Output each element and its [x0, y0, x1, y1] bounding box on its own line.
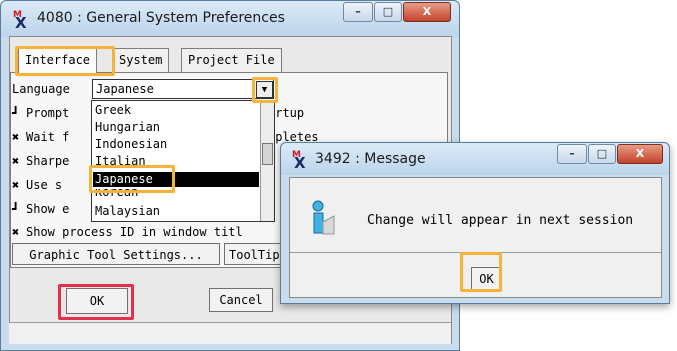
- minimize-button[interactable]: –: [557, 144, 587, 164]
- checkbox-checked-icon[interactable]: ✖: [12, 154, 26, 168]
- status-strip: [9, 322, 451, 344]
- language-select[interactable]: Japanese: [92, 79, 274, 99]
- graphic-tool-settings-button[interactable]: Graphic Tool Settings...: [12, 243, 220, 265]
- info-icon: [312, 200, 335, 235]
- option-use[interactable]: ✖ Use s: [12, 178, 62, 192]
- option-show-e[interactable]: ┛ Show e: [12, 202, 69, 216]
- highlight-japanese-option: [89, 165, 175, 193]
- highlight-language-dropdown-button: [252, 77, 278, 103]
- message-text: Change will appear in next session: [367, 213, 634, 228]
- app-logo-icon: MX: [292, 150, 306, 172]
- scrollbar-thumb[interactable]: [262, 143, 273, 165]
- language-label: Language: [12, 82, 70, 96]
- highlight-ok-button: [58, 284, 134, 320]
- language-dropdown-list[interactable]: Greek Hungarian Indonesian Italian Japan…: [91, 100, 275, 222]
- maximize-button[interactable]: □: [588, 144, 616, 164]
- tooltips-button[interactable]: ToolTip: [224, 243, 284, 265]
- option-sharpen[interactable]: ✖ Sharpe: [12, 154, 69, 168]
- cancel-button[interactable]: Cancel: [209, 288, 273, 312]
- tab-system[interactable]: System: [112, 48, 170, 72]
- language-option-greek[interactable]: Greek: [93, 103, 259, 118]
- app-logo-icon: MX: [13, 10, 27, 32]
- checkbox-checked-icon[interactable]: ✖: [12, 130, 26, 144]
- option-show-process-id[interactable]: ✖ Show process ID in window titl: [12, 225, 243, 239]
- highlight-message-ok-button: [460, 252, 502, 292]
- maximize-button[interactable]: □: [374, 2, 402, 22]
- language-option-malaysian[interactable]: Malaysian: [93, 204, 259, 219]
- checkbox-unchecked-icon[interactable]: ┛: [12, 106, 26, 120]
- dropdown-scrollbar[interactable]: [260, 101, 274, 221]
- close-button[interactable]: X: [403, 2, 451, 22]
- title-bar[interactable]: MX 4080 : General System Preferences – □…: [1, 1, 459, 37]
- checkbox-checked-icon[interactable]: ✖: [12, 225, 26, 239]
- message-title-bar[interactable]: MX 3492 : Message – □ X: [281, 143, 669, 175]
- language-option-hungarian[interactable]: Hungarian: [93, 120, 259, 135]
- checkbox-checked-icon[interactable]: ✖: [12, 178, 26, 192]
- language-option-indonesian[interactable]: Indonesian: [93, 137, 259, 152]
- option-wait[interactable]: ✖ Wait f: [12, 130, 69, 144]
- minimize-button[interactable]: –: [343, 2, 373, 22]
- message-window-title: 3492 : Message: [315, 151, 426, 167]
- highlight-interface-tab: [15, 46, 115, 76]
- window-title: 4080 : General System Preferences: [37, 10, 285, 26]
- tab-project-file[interactable]: Project File: [181, 48, 282, 72]
- close-button[interactable]: X: [617, 144, 663, 164]
- checkbox-unchecked-icon[interactable]: ┛: [12, 202, 26, 216]
- option-prompt[interactable]: ┛ Prompt: [12, 106, 69, 120]
